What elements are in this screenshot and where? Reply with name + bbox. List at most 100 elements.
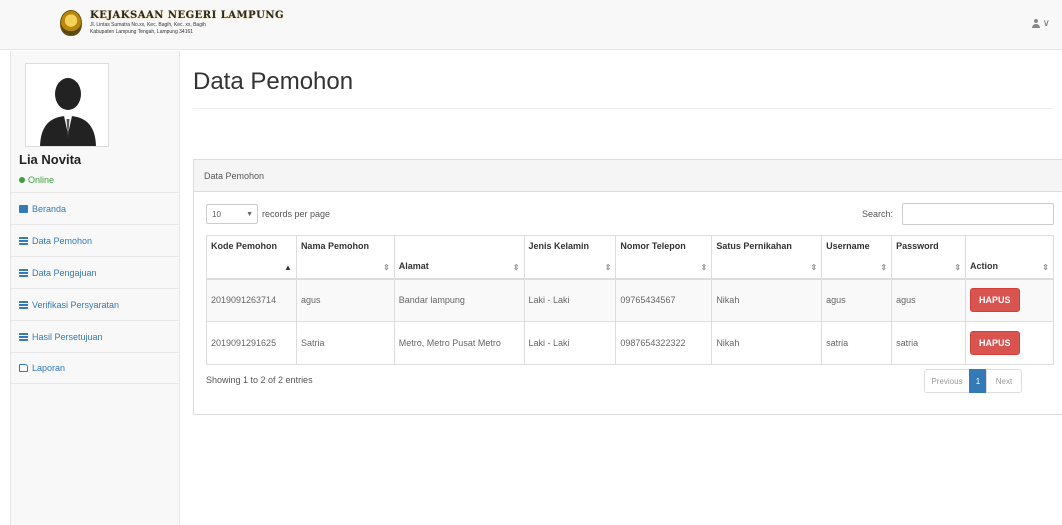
column-header-label: Username [826,241,870,251]
caret-down-icon: ∨ [1042,18,1050,29]
table-icon [19,300,28,309]
cell-jenis-kelamin: Laki - Laki [523,278,617,322]
sidebar-item-verifikasi-persyaratan[interactable]: Verifikasi Persyaratan [11,288,180,320]
caret-down-icon: ▼ [246,210,253,218]
cell-telepon: 0987654322322 [615,321,713,365]
panel-heading: Data Pemohon [194,160,1062,192]
dashboard-icon [19,204,28,213]
brand-title: KEJAKSAAN NEGERI LAMPUNG [90,10,285,21]
cell-kode: 2019091291625 [206,321,297,365]
brand-subtitle-2: Kabupaten Lampung Tengah, Lampung 34161 [90,29,194,35]
sidebar-item-hasil-persetujuan[interactable]: Hasil Persetujuan [11,320,180,352]
column-header-label: Kode Pemohon [211,241,278,251]
brand-logo[interactable]: KEJAKSAAN NEGERI LAMPUNG Jl. Lintas Suma… [60,10,284,36]
sort-icon: ⇕ [1042,262,1049,272]
sidebar: Lia Novita Online Beranda Data Pemohon D… [10,51,180,525]
table-icon [19,268,28,277]
brand-subtitle: Jl. Lintas Sumatra No.xx, Kec. Bagih, Ke… [90,22,206,28]
records-per-page-value: 10 [212,209,221,219]
cell-alamat: Metro, Metro Pusat Metro [393,321,525,365]
cell-jenis-kelamin: Laki - Laki [523,321,617,365]
delete-button[interactable]: HAPUS [970,288,1020,313]
column-header-password[interactable]: Password ⇕ [891,235,967,280]
emblem-icon [60,10,82,36]
column-header-label: Nomor Telepon [620,241,686,251]
panel-title: Data Pemohon [204,170,265,181]
records-per-page-label: records per page [262,209,331,219]
sort-icon: ⇕ [954,262,962,272]
table-header-row: Kode Pemohon ▲ Nama Pemohon ⇕ Alamat ⇕ J… [206,235,1054,280]
brand-text: KEJAKSAAN NEGERI LAMPUNG Jl. Lintas Suma… [90,11,284,35]
user-icon [1031,19,1040,28]
sort-icon: ⇕ [880,262,888,272]
column-header-telepon[interactable]: Nomor Telepon ⇕ [615,235,713,280]
column-header-label: Nama Pemohon [300,241,369,251]
sort-icon: ⇕ [700,262,708,272]
sort-icon: ⇕ [383,262,390,272]
top-navbar: KEJAKSAAN NEGERI LAMPUNG Jl. Lintas Suma… [0,0,1062,50]
delete-button[interactable]: HAPUS [970,331,1020,355]
status-label: Online [28,175,55,185]
cell-status: Nikah [711,278,823,322]
column-header-status[interactable]: Satus Pernikahan ⇕ [711,235,823,280]
sort-asc-icon: ▲ [284,262,292,272]
search-input[interactable] [902,203,1054,225]
sidebar-item-data-pemohon[interactable]: Data Pemohon [11,224,180,256]
pagination: Previous 1 Next [924,369,1022,393]
column-header-username[interactable]: Username ⇕ [821,235,893,280]
sidebar-item-data-pengajuan[interactable]: Data Pengajuan [11,256,180,288]
online-dot-icon [19,177,25,183]
data-panel: Data Pemohon 10 ▼ records per page Searc… [193,159,1062,415]
cell-username: satria [821,321,893,365]
user-silhouette-icon [26,64,108,146]
cell-password: satria [891,321,967,365]
sort-icon: ⇕ [512,262,520,272]
sidebar-item-label: Data Pengajuan [32,267,97,278]
cell-kode: 2019091263714 [206,278,297,322]
column-header-nama[interactable]: Nama Pemohon ⇕ [295,235,395,280]
pagination-page-1[interactable]: 1 [969,369,987,393]
pemohon-table: Kode Pemohon ▲ Nama Pemohon ⇕ Alamat ⇕ J… [206,235,1054,365]
sidebar-item-laporan[interactable]: Laporan [11,352,180,384]
column-header-alamat[interactable]: Alamat ⇕ [393,235,525,280]
cell-telepon: 09765434567 [615,278,713,322]
table-info: Showing 1 to 2 of 2 entries [206,375,313,385]
column-header-label: Alamat [398,260,429,271]
sidebar-item-label: Verifikasi Persyaratan [32,299,120,310]
sidebar-item-label: Laporan [32,363,66,373]
divider [193,108,1053,109]
page-title: Data Pemohon [193,68,354,95]
cell-action: HAPUS [965,321,1054,365]
search-label: Search: [862,209,894,219]
pagination-previous[interactable]: Previous [924,369,970,393]
column-header-label: Jenis Kelamin [528,241,590,251]
column-header-label: Action [970,260,999,271]
avatar [25,63,109,147]
user-name: Lia Novita [19,152,82,167]
sort-icon: ⇕ [810,262,818,272]
table-icon [19,236,28,245]
column-header-label: Password [896,241,939,251]
sidebar-item-label: Beranda [32,203,67,214]
user-menu-toggle[interactable]: ∨ [1031,18,1050,29]
cell-nama: agus [295,278,395,322]
sidebar-item-label: Hasil Persetujuan [32,331,103,342]
cell-password: agus [891,278,967,322]
cell-action: HAPUS [965,278,1054,322]
sidebar-item-label: Data Pemohon [32,235,93,246]
column-header-kode[interactable]: Kode Pemohon ▲ [206,235,297,280]
sidebar-menu: Beranda Data Pemohon Data Pengajuan Veri… [11,192,180,384]
sort-icon: ⇕ [604,262,612,272]
cell-status: Nikah [711,321,823,365]
pagination-next[interactable]: Next [986,369,1022,393]
folder-icon [19,364,28,372]
column-header-label: Satus Pernikahan [716,241,792,251]
sidebar-item-beranda[interactable]: Beranda [11,192,180,224]
records-per-page-select[interactable]: 10 ▼ [206,204,258,224]
table-row: 2019091291625 Satria Metro, Metro Pusat … [206,321,1054,365]
column-header-jenis-kelamin[interactable]: Jenis Kelamin ⇕ [523,235,617,280]
cell-alamat: Bandar lampung [393,278,525,322]
online-status: Online [19,175,54,185]
column-header-action[interactable]: Action ⇕ [965,235,1054,280]
cell-nama: Satria [295,321,395,365]
